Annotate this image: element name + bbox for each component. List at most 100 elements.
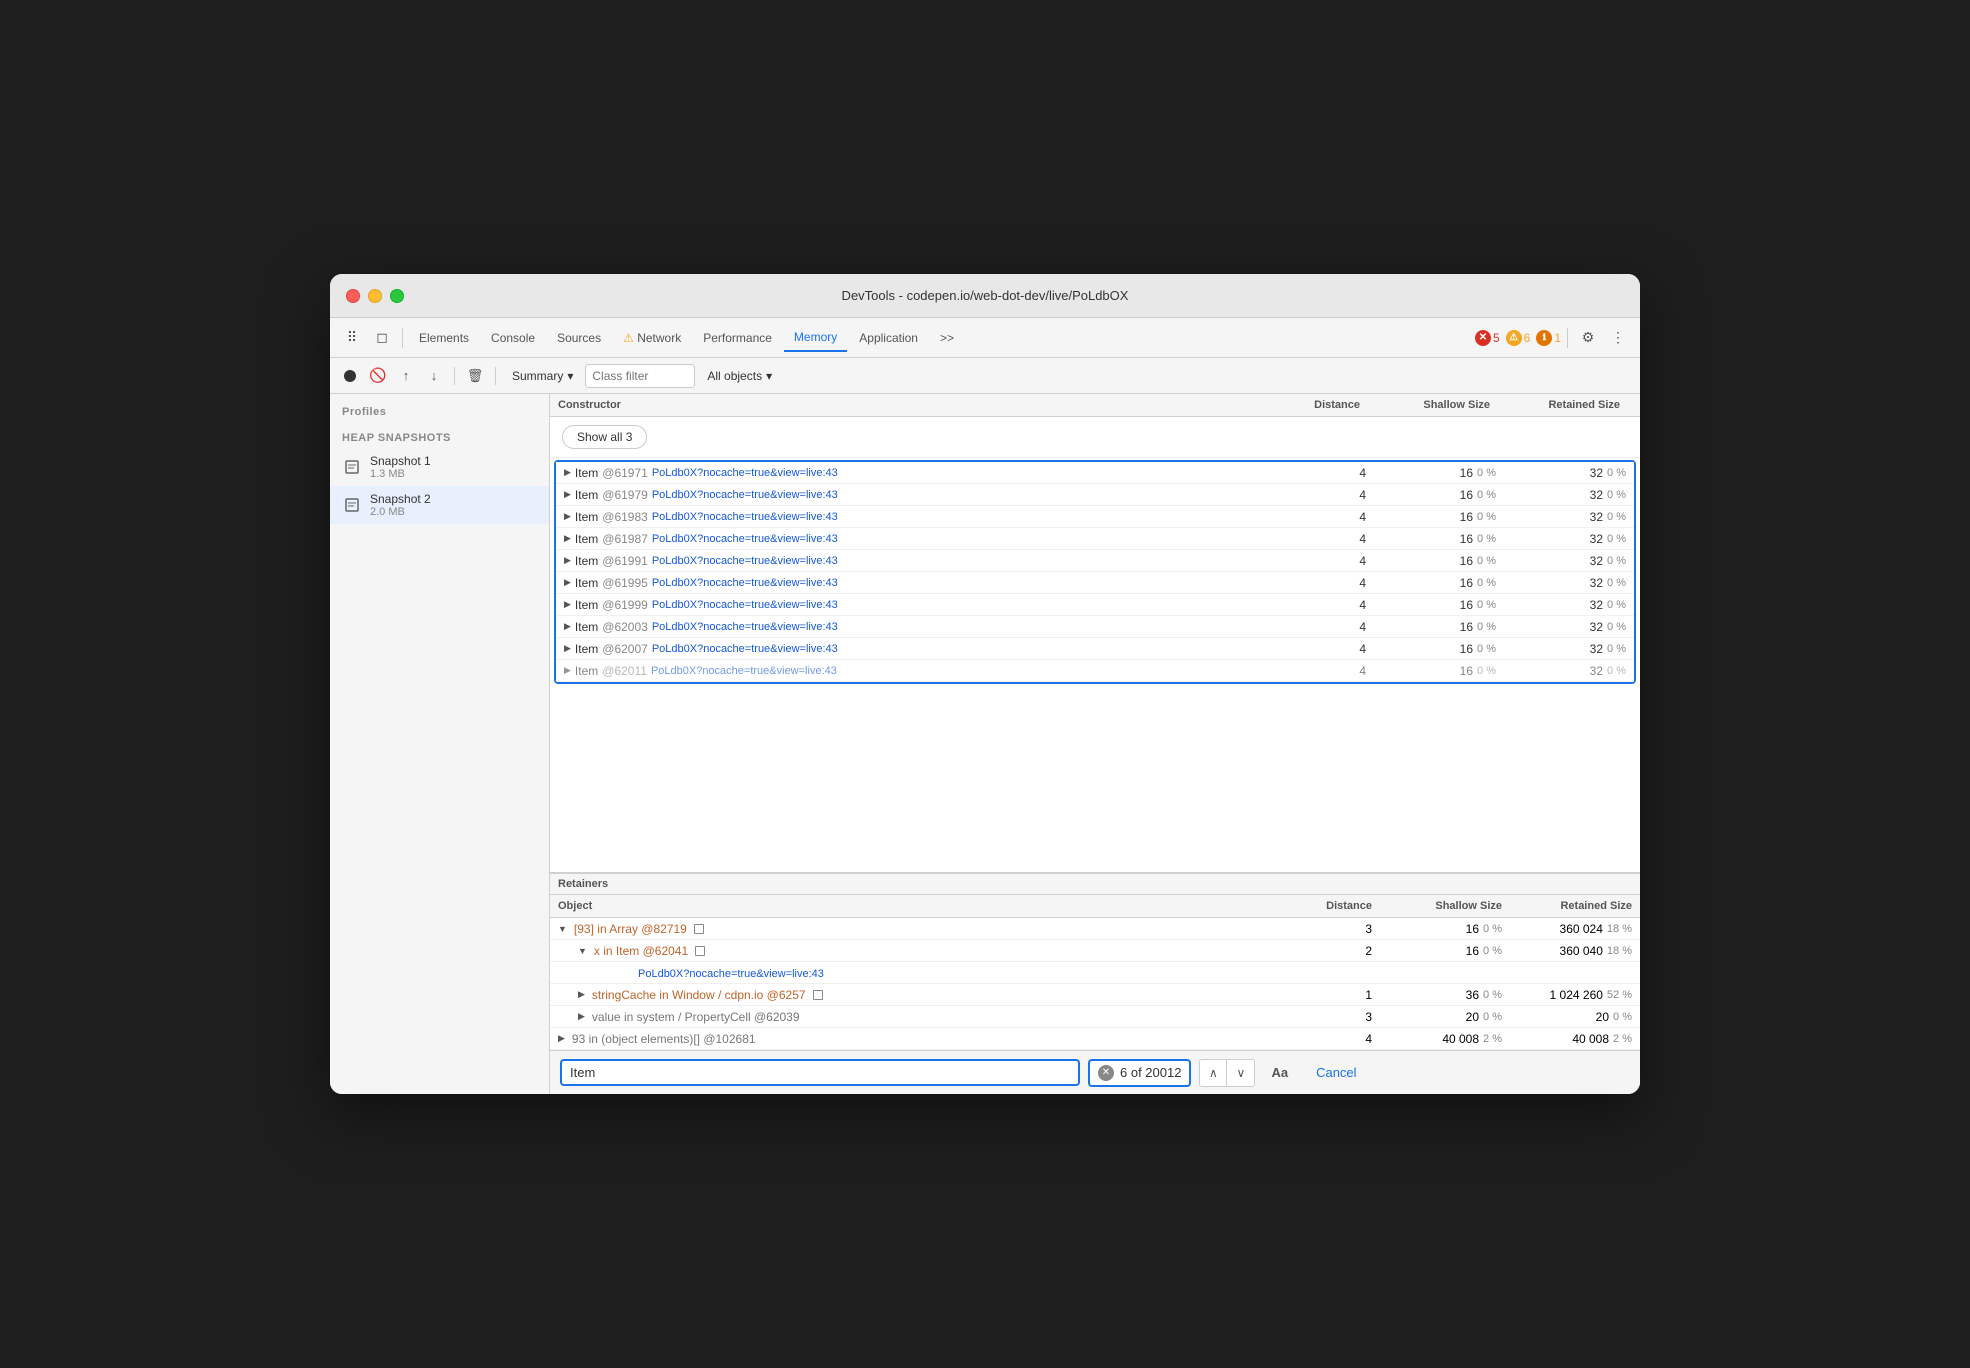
all-objects-dropdown[interactable]: All objects ▾ xyxy=(699,366,1632,386)
retainer-row[interactable]: ▶ 93 in (object elements)[] @102681 4 40… xyxy=(550,1028,1640,1050)
table-row[interactable]: ▶ Item @62007 PoLdb0X?nocache=true&view=… xyxy=(556,638,1634,660)
prev-result-button[interactable]: ∧ xyxy=(1199,1059,1227,1087)
retainer-col-retained-header[interactable]: Retained Size xyxy=(1510,895,1640,917)
settings-icon-btn[interactable]: ⚙ xyxy=(1574,324,1602,352)
devtools-tabs: ⠿ ◻ Elements Console Sources ⚠ Network P… xyxy=(330,318,1640,358)
retainer-obj-cell: ▼ [93] in Array @82719 xyxy=(550,920,1290,938)
minimize-button[interactable] xyxy=(368,289,382,303)
retainer-row[interactable]: ▼ x in Item @62041 2 16 0 % 360 040 18 % xyxy=(550,940,1640,962)
close-button[interactable] xyxy=(346,289,360,303)
retainer-shallow-cell xyxy=(1380,971,1510,975)
cell-shallow: 16 0 % xyxy=(1374,464,1504,482)
load-btn[interactable]: ↓ xyxy=(422,364,446,388)
clear-btn[interactable]: 🚫 xyxy=(366,364,390,388)
more-icon-btn[interactable]: ⋮ xyxy=(1604,324,1632,352)
error-circle: ✕ xyxy=(1475,330,1491,346)
chevron-down-icon: ▾ xyxy=(567,369,573,383)
next-result-button[interactable]: ∨ xyxy=(1227,1059,1255,1087)
retainer-row[interactable]: ▶ stringCache in Window / cdpn.io @6257 … xyxy=(550,984,1640,1006)
retainer-col-dist-header[interactable]: Distance xyxy=(1290,895,1380,917)
tab-console[interactable]: Console xyxy=(481,324,545,352)
retainer-row[interactable]: ▶ value in system / PropertyCell @62039 … xyxy=(550,1006,1640,1028)
table-row[interactable]: ▶ Item @62011 PoLdb0X?nocache=true&view=… xyxy=(556,660,1634,682)
col-retained-header[interactable]: Retained Size xyxy=(1498,394,1628,416)
error-count: 5 xyxy=(1493,331,1500,345)
show-all-button[interactable]: Show all 3 xyxy=(562,425,647,449)
table-row[interactable]: ▶ Item @62003 PoLdb0X?nocache=true&view=… xyxy=(556,616,1634,638)
col-constructor-header[interactable]: Constructor xyxy=(550,394,1278,416)
trash-icon: 🗑 xyxy=(467,368,484,384)
summary-label: Summary xyxy=(512,369,563,383)
tab-sources[interactable]: Sources xyxy=(547,324,611,352)
snapshot-2-info: Snapshot 2 2.0 MB xyxy=(370,492,431,518)
table-row[interactable]: ▶ Item @61987 PoLdb0X?nocache=true&view=… xyxy=(556,528,1634,550)
tab-performance[interactable]: Performance xyxy=(693,324,782,352)
retainer-col-shallow-header[interactable]: Shallow Size xyxy=(1380,895,1510,917)
item-link[interactable]: PoLdb0X?nocache=true&view=live:43 xyxy=(652,643,838,655)
retainers-header: Retainers xyxy=(550,873,1640,895)
snapshot-2-icon xyxy=(342,495,362,515)
constructor-table-header: Constructor Distance Shallow Size Retain… xyxy=(550,394,1640,417)
clear-search-button[interactable]: ✕ xyxy=(1098,1065,1114,1081)
col-shallow-header[interactable]: Shallow Size xyxy=(1368,394,1498,416)
inspector-icon-btn[interactable]: ◻ xyxy=(368,324,396,352)
tool-sep2 xyxy=(495,367,496,385)
table-row[interactable]: ▶ Item @61999 PoLdb0X?nocache=true&view=… xyxy=(556,594,1634,616)
item-link[interactable]: PoLdb0X?nocache=true&view=live:43 xyxy=(652,489,838,501)
retainer-dist-cell: 3 xyxy=(1290,920,1380,938)
traffic-lights xyxy=(346,289,404,303)
item-link[interactable]: PoLdb0X?nocache=true&view=live:43 xyxy=(652,467,838,479)
tab-application[interactable]: Application xyxy=(849,324,928,352)
table-row[interactable]: ▶ Item @61983 PoLdb0X?nocache=true&view=… xyxy=(556,506,1634,528)
table-row[interactable]: ▶ Item @61991 PoLdb0X?nocache=true&view=… xyxy=(556,550,1634,572)
item-link[interactable]: PoLdb0X?nocache=true&view=live:43 xyxy=(652,555,838,567)
retainer-row[interactable]: PoLdb0X?nocache=true&view=live:43 xyxy=(550,962,1640,984)
retainer-col-object-header[interactable]: Object xyxy=(550,895,1290,917)
tab-overflow[interactable]: >> xyxy=(930,324,964,352)
tab-elements[interactable]: Elements xyxy=(409,324,479,352)
record-btn[interactable] xyxy=(338,364,362,388)
snapshot-2-item[interactable]: Snapshot 2 2.0 MB xyxy=(330,486,549,524)
table-row[interactable]: ▶ Item @61995 PoLdb0X?nocache=true&view=… xyxy=(556,572,1634,594)
delete-btn[interactable]: 🗑 xyxy=(463,364,487,388)
search-count: 6 of 20012 xyxy=(1120,1065,1181,1080)
array-indicator xyxy=(694,924,704,934)
retainer-row[interactable]: ▼ [93] in Array @82719 3 16 0 % 360 024 … xyxy=(550,918,1640,940)
retainer-link[interactable]: PoLdb0X?nocache=true&view=live:43 xyxy=(638,968,824,980)
take-snapshot-btn[interactable]: ↑ xyxy=(394,364,418,388)
summary-dropdown[interactable]: Summary ▾ xyxy=(504,366,581,386)
table-row[interactable]: ▶ Item @61979 PoLdb0X?nocache=true&view=… xyxy=(556,484,1634,506)
expand-arrow-icon: ▼ xyxy=(578,946,587,956)
show-all-row: Show all 3 xyxy=(550,417,1640,458)
cancel-search-button[interactable]: Cancel xyxy=(1304,1061,1368,1084)
snapshot-icon xyxy=(342,457,362,477)
search-input[interactable] xyxy=(560,1059,1080,1086)
item-link[interactable]: PoLdb0X?nocache=true&view=live:43 xyxy=(652,577,838,589)
badge-group: ✕ 5 ⚠ 6 ℹ 1 xyxy=(1475,330,1561,346)
retainer-label: 93 in (object elements)[] @102681 xyxy=(572,1032,756,1046)
cell-retained: 32 0 % xyxy=(1504,464,1634,482)
item-link[interactable]: PoLdb0X?nocache=true&view=live:43 xyxy=(652,511,838,523)
snapshot-2-size: 2.0 MB xyxy=(370,506,431,518)
item-link[interactable]: PoLdb0X?nocache=true&view=live:43 xyxy=(652,621,838,633)
retainer-dist-cell xyxy=(1290,971,1380,975)
retainer-shallow-cell: 16 0 % xyxy=(1380,942,1510,960)
tab-network[interactable]: ⚠ Network xyxy=(613,324,691,352)
tab-memory[interactable]: Memory xyxy=(784,324,847,352)
class-filter-input[interactable] xyxy=(585,364,695,388)
retainer-dist-cell: 2 xyxy=(1290,942,1380,960)
item-link[interactable]: PoLdb0X?nocache=true&view=live:43 xyxy=(651,665,837,677)
snapshot-1-item[interactable]: Snapshot 1 1.3 MB xyxy=(330,448,549,486)
retainer-label: stringCache in Window / cdpn.io @6257 xyxy=(592,988,806,1002)
item-link[interactable]: PoLdb0X?nocache=true&view=live:43 xyxy=(652,599,838,611)
cell-constructor: ▶ Item @61991 PoLdb0X?nocache=true&view=… xyxy=(556,552,1284,570)
cursor-icon-btn[interactable]: ⠿ xyxy=(338,324,366,352)
main-content: Profiles HEAP SNAPSHOTS Snapshot 1 1.3 M… xyxy=(330,394,1640,1094)
match-case-button[interactable]: Aa xyxy=(1263,1061,1296,1084)
table-row[interactable]: ▶ Item @61971 PoLdb0X?nocache=true&view=… xyxy=(556,462,1634,484)
item-link[interactable]: PoLdb0X?nocache=true&view=live:43 xyxy=(652,533,838,545)
tab-sep2 xyxy=(1567,328,1568,348)
all-objects-label: All objects xyxy=(707,369,762,383)
maximize-button[interactable] xyxy=(390,289,404,303)
col-distance-header[interactable]: Distance xyxy=(1278,394,1368,416)
